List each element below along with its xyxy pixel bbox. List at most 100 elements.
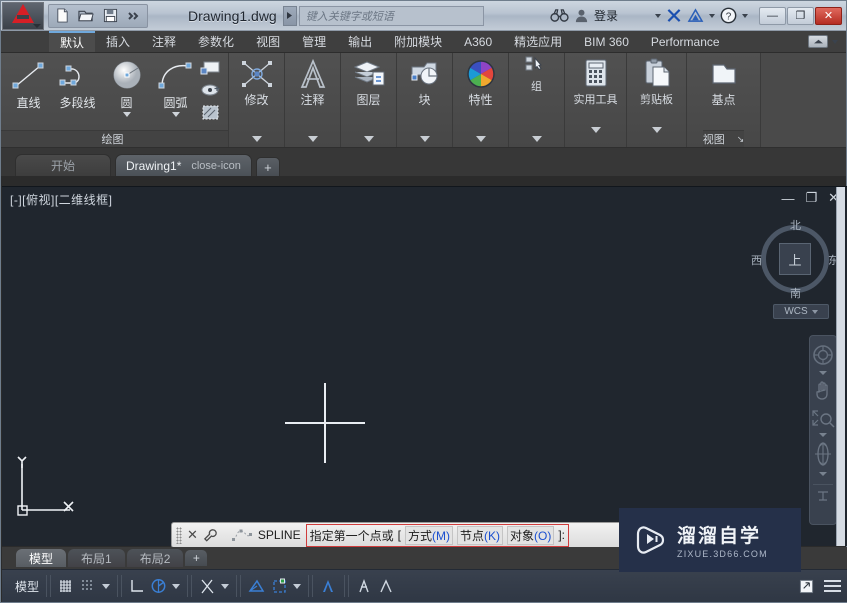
ribbon-panel-properties[interactable]: 特性 — [453, 53, 509, 147]
modify-panel-expand[interactable] — [251, 130, 262, 147]
ribbon-tab-parametric[interactable]: 参数化 — [187, 31, 245, 52]
close-button[interactable]: ✕ — [815, 6, 842, 25]
viewport-minimize-button[interactable]: — — [781, 191, 794, 206]
ribbon-panel-utilities[interactable]: 实用工具 — [565, 53, 627, 147]
question-mark-icon[interactable]: ? — [720, 5, 737, 27]
group-panel-expand[interactable] — [531, 130, 542, 147]
snap-mode-icon[interactable] — [80, 578, 97, 594]
pan-button[interactable] — [813, 379, 834, 404]
otrack-dropdown-caret-icon[interactable] — [293, 583, 302, 589]
block-panel-expand[interactable] — [419, 130, 430, 147]
file-tab-start[interactable]: 开始 — [15, 154, 111, 176]
ribbon-panel-block[interactable]: 块 — [397, 53, 453, 147]
view-cube-south-label[interactable]: 南 — [790, 285, 801, 301]
person-icon[interactable] — [574, 5, 589, 27]
clipboard-panel-expand[interactable] — [651, 127, 662, 147]
snap-dropdown-caret-icon[interactable] — [102, 583, 111, 589]
command-option-knots[interactable]: 节点(K) — [456, 525, 503, 545]
file-tab-drawing1[interactable]: Drawing1* close-icon — [115, 154, 252, 176]
new-layout-button[interactable]: + — [185, 550, 208, 566]
zoom-button[interactable] — [811, 408, 835, 437]
arc-chevron-down-icon[interactable] — [171, 112, 180, 117]
command-line-text[interactable]: SPLINE 指定第一个点或 [ 方式(M) 节点(K) 对象(O) ]: — [258, 523, 569, 547]
layout-tab-layout2[interactable]: 布局2 — [126, 549, 184, 567]
command-line[interactable]: ✕ SPLINE 指定第一个点或 [ 方式(M) 节点(K) 对象(O) ]: — [171, 522, 631, 548]
search-dropdown-arrow[interactable] — [282, 5, 297, 26]
polar-dropdown-caret-icon[interactable] — [172, 583, 181, 589]
ribbon-panel-modify[interactable]: 修改 — [229, 53, 285, 147]
layout-tab-model[interactable]: 模型 — [16, 549, 67, 567]
ribbon-tab-addins[interactable]: 附加模块 — [383, 31, 453, 52]
isolate-objects-icon[interactable] — [799, 579, 814, 594]
command-line-drag-grip[interactable] — [176, 526, 182, 544]
new-file-tab-button[interactable]: + — [255, 157, 280, 176]
object-snap-tracking-icon[interactable] — [271, 578, 288, 594]
autodesk-chevron-down-icon[interactable] — [709, 13, 715, 18]
restore-button[interactable]: ❐ — [787, 6, 814, 25]
ribbon-tab-output[interactable]: 输出 — [337, 31, 383, 52]
open-file-button[interactable] — [77, 7, 95, 25]
isometric-drafting-icon[interactable] — [248, 578, 266, 594]
customization-menu-icon[interactable] — [824, 580, 841, 592]
view-panel-title-bar[interactable]: 视图 ↘ — [702, 130, 745, 147]
minimize-button[interactable]: — — [759, 6, 786, 25]
annotation-panel-expand[interactable] — [307, 130, 318, 147]
drawing-canvas[interactable]: [-][俯视][二维线框] — ❐ ✕ 上 北 南 东 西 WCS — [2, 186, 847, 546]
steering-wheel-button[interactable] — [812, 344, 834, 375]
osnap-dropdown-caret-icon[interactable] — [221, 583, 230, 589]
ribbon-panel-annotation[interactable]: 注释 — [285, 53, 341, 147]
layers-panel-expand[interactable] — [363, 130, 374, 147]
search-input[interactable]: 键入关键字或短语 — [298, 5, 484, 26]
polyline-tool-button[interactable]: 多段线 — [53, 57, 102, 111]
arc-tool-button[interactable]: 圆弧 — [151, 57, 200, 117]
sign-in-chevron-down-icon[interactable] — [655, 13, 661, 18]
ucs-selector[interactable]: WCS — [773, 304, 829, 319]
application-menu-button[interactable] — [2, 1, 44, 30]
ribbon-options-chevron-down-icon[interactable] — [832, 39, 838, 44]
orbit-button[interactable] — [811, 441, 835, 476]
polar-tracking-icon[interactable] — [150, 578, 167, 594]
viewport-restore-button[interactable]: ❐ — [805, 190, 817, 206]
steering-wheel-chevron-down-icon[interactable] — [819, 371, 827, 375]
circle-chevron-down-icon[interactable] — [122, 112, 131, 117]
circle-tool-button[interactable]: 圆 — [102, 57, 151, 117]
sign-in-label[interactable]: 登录 — [594, 7, 618, 24]
command-line-close-button[interactable]: ✕ — [187, 527, 198, 543]
ribbon-tab-view[interactable]: 视图 — [245, 31, 291, 52]
view-cube-west-label[interactable]: 西 — [751, 252, 762, 268]
help-chevron-down-icon[interactable] — [742, 13, 748, 18]
ribbon-tab-a360[interactable]: A360 — [453, 31, 503, 52]
ribbon-tab-insert[interactable]: 插入 — [95, 31, 141, 52]
ribbon-tab-annotate[interactable]: 注释 — [141, 31, 187, 52]
new-file-button[interactable] — [53, 7, 71, 25]
chevron-down-icon[interactable] — [33, 23, 41, 28]
view-cube-top-face[interactable]: 上 — [779, 243, 811, 275]
command-option-method[interactable]: 方式(M) — [404, 525, 453, 545]
minimize-ribbon-icon[interactable] — [808, 35, 828, 48]
autodesk-triangle-icon[interactable] — [687, 5, 704, 27]
layout-tab-layout1[interactable]: 布局1 — [68, 549, 125, 567]
view-cube-north-label[interactable]: 北 — [790, 217, 801, 233]
rectangle-tool-row[interactable] — [200, 59, 225, 79]
ortho-mode-icon[interactable] — [129, 578, 145, 594]
binoculars-icon[interactable] — [550, 5, 569, 27]
ribbon-panel-layers[interactable]: 图层 — [341, 53, 397, 147]
annotation-scale-icon[interactable] — [378, 578, 395, 595]
more-commands-button[interactable] — [125, 7, 143, 25]
annotation-visibility-icon[interactable] — [320, 578, 337, 595]
object-snap-icon[interactable] — [199, 578, 216, 595]
wrench-icon[interactable] — [203, 528, 218, 543]
x-exchange-icon[interactable] — [666, 5, 682, 27]
properties-panel-expand[interactable] — [475, 130, 486, 147]
ellipse-tool-row[interactable] — [200, 82, 225, 101]
utilities-panel-expand[interactable] — [590, 127, 601, 147]
workspace-switching-icon[interactable] — [356, 578, 373, 595]
ribbon-tab-default[interactable]: 默认 — [49, 31, 96, 52]
view-panel-dialog-launcher-icon[interactable]: ↘ — [737, 134, 745, 145]
save-file-button[interactable] — [101, 7, 119, 25]
ribbon-panel-clipboard[interactable]: 剪贴板 — [627, 53, 687, 147]
ribbon-tab-manage[interactable]: 管理 — [291, 31, 337, 52]
draw-panel-title-bar[interactable]: 绘图 — [1, 130, 228, 147]
ribbon-tab-featured-apps[interactable]: 精选应用 — [503, 31, 573, 52]
canvas-vertical-scrollbar[interactable] — [836, 187, 845, 546]
